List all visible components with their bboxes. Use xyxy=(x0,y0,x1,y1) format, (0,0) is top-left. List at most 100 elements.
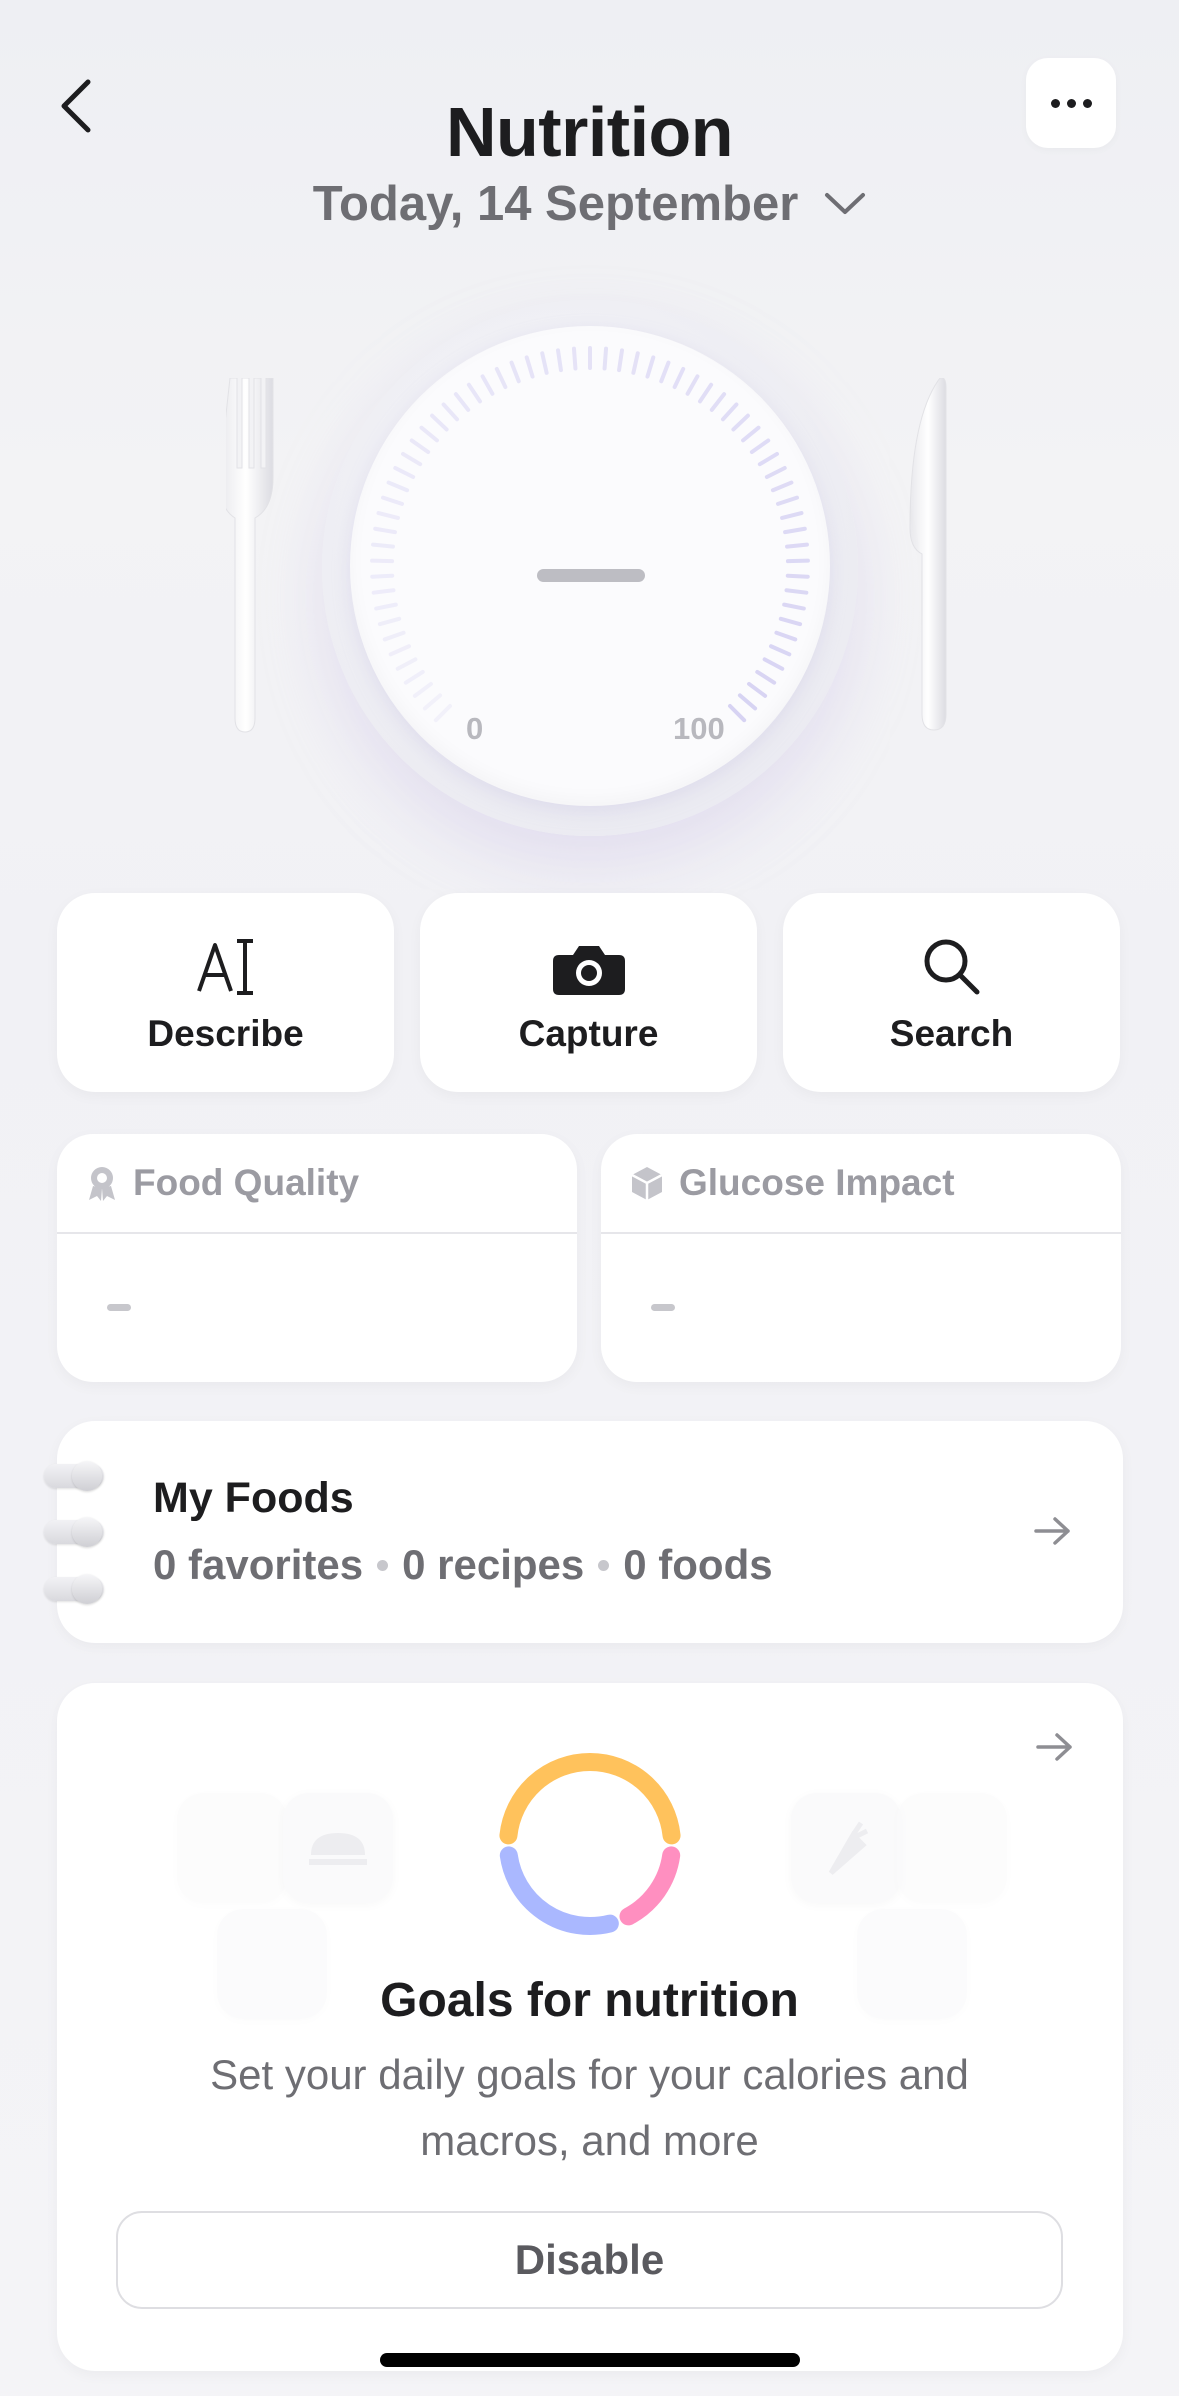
search-icon xyxy=(924,939,979,994)
goals-ring-icon xyxy=(499,1753,681,1935)
dial-tick xyxy=(395,657,418,671)
dial-tick xyxy=(433,704,452,723)
glucose-impact-label: Glucose Impact xyxy=(679,1162,955,1203)
capture-label: Capture xyxy=(518,1012,659,1054)
dial-tick xyxy=(672,366,686,390)
dial-tick xyxy=(709,392,727,412)
dial-tick xyxy=(370,573,395,579)
dial-ticks xyxy=(370,346,810,723)
dial-value xyxy=(537,569,645,582)
award-icon xyxy=(89,1167,115,1201)
goals-subtitle: Set your daily goals for your calories a… xyxy=(210,2051,969,2164)
dial-tick xyxy=(737,693,758,711)
dial-tick xyxy=(749,438,771,454)
dial-tick xyxy=(509,360,521,384)
knife-icon xyxy=(909,378,947,731)
glucose-impact-card[interactable]: Glucose Impact xyxy=(601,1134,1121,1382)
dial-tick xyxy=(698,382,714,404)
ring-segment-pink xyxy=(619,1846,681,1926)
dial-tick xyxy=(728,704,747,723)
dial-tick xyxy=(540,351,549,375)
arrow-right-icon[interactable] xyxy=(1035,1731,1075,1763)
dial-tick xyxy=(388,644,411,657)
dial-tick xyxy=(617,348,624,373)
dial-tick xyxy=(381,495,404,506)
dial-tick xyxy=(382,630,406,642)
recipes-count: 0 recipes xyxy=(402,1541,585,1588)
ring-segment-orange xyxy=(499,1753,681,1845)
date-selector[interactable]: Today, 14 September xyxy=(0,176,1179,232)
dial-tick xyxy=(783,526,807,535)
dial-tick xyxy=(645,355,656,379)
dial-min-label: 0 xyxy=(466,711,484,746)
dial-tick xyxy=(602,346,609,371)
dial-tick xyxy=(762,657,785,671)
dial-tick xyxy=(376,511,400,520)
dial-tick xyxy=(785,573,810,579)
dial-tick xyxy=(430,413,449,432)
dial-tick xyxy=(770,480,794,493)
my-foods-summary: 0 favorites 0 recipes 0 foods xyxy=(153,1541,773,1589)
dial-tick xyxy=(755,669,777,685)
dial-tick xyxy=(778,616,803,627)
dial-tick xyxy=(422,693,443,711)
food-quality-card[interactable]: Food Quality xyxy=(57,1134,577,1382)
foods-count: 0 foods xyxy=(623,1541,773,1588)
dial-tick xyxy=(764,465,787,479)
ghost-food-icon xyxy=(177,1793,287,1903)
dial-tick xyxy=(782,602,806,611)
date-label: Today, 14 September xyxy=(312,177,799,231)
page-title: Nutrition xyxy=(445,93,734,171)
disable-button[interactable]: Disable xyxy=(116,2211,1063,2309)
dial-tick xyxy=(453,392,471,412)
dial-tick xyxy=(784,588,809,595)
my-foods-card[interactable] xyxy=(57,1421,1123,1643)
my-foods-title: My Foods xyxy=(153,1474,354,1522)
dial-tick xyxy=(403,669,425,685)
dial-tick xyxy=(480,374,495,396)
search-button[interactable]: Search xyxy=(783,893,1120,1092)
dial-tick xyxy=(377,616,402,627)
dial-tick xyxy=(720,402,739,422)
separator-dot xyxy=(377,1559,389,1571)
food-quality-label: Food Quality xyxy=(133,1162,360,1203)
dial-tick xyxy=(373,526,397,535)
describe-label: Describe xyxy=(147,1012,304,1054)
fork-icon xyxy=(226,378,274,733)
binder-ring-icon xyxy=(44,1461,104,1491)
dial-tick xyxy=(769,644,792,657)
describe-button[interactable]: Describe xyxy=(57,893,394,1092)
calorie-dial xyxy=(350,326,830,806)
dial-tick xyxy=(419,425,439,443)
camera-icon xyxy=(552,945,625,995)
ghost-food-icon xyxy=(791,1793,901,1903)
dial-tick xyxy=(412,681,433,698)
dial-tick xyxy=(757,451,779,467)
binder-ring-icon xyxy=(44,1574,104,1604)
favorites-count: 0 favorites xyxy=(153,1541,364,1588)
dial-tick xyxy=(776,495,799,506)
dial-tick xyxy=(774,630,798,642)
binder-ring-icon xyxy=(44,1517,104,1547)
dial-tick xyxy=(393,465,416,479)
dial-tick xyxy=(556,348,563,373)
dial-tick xyxy=(371,588,396,595)
dial-tick xyxy=(409,438,431,454)
goals-title: Goals for nutrition xyxy=(380,1974,799,2027)
dial-tick xyxy=(466,382,482,404)
dial-tick xyxy=(374,602,398,611)
ghost-food-icon xyxy=(283,1793,393,1903)
ring-segment-blue xyxy=(499,1846,619,1935)
ghost-food-icon xyxy=(897,1793,1007,1903)
home-indicator xyxy=(380,2353,800,2367)
dial-tick xyxy=(631,351,640,375)
capture-button[interactable]: Capture xyxy=(420,893,757,1092)
dial-tick xyxy=(685,374,700,396)
dial-tick xyxy=(441,402,460,422)
chevron-down-icon xyxy=(825,193,866,214)
dial-tick xyxy=(659,360,671,384)
dial-tick xyxy=(741,425,761,443)
separator-dot xyxy=(598,1559,610,1571)
dial-tick xyxy=(780,511,804,520)
dial-tick xyxy=(731,413,750,432)
